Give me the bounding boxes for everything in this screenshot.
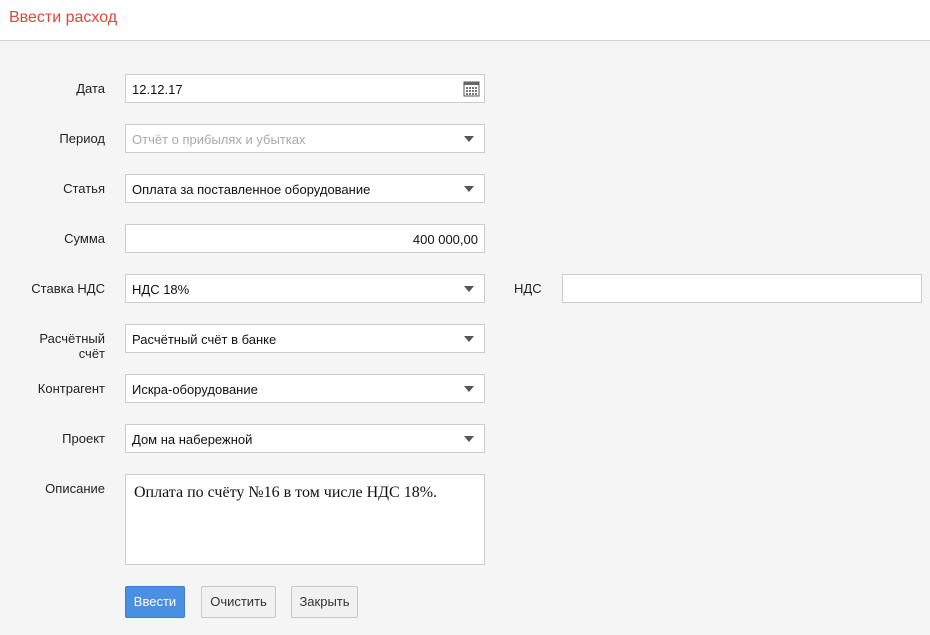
article-select[interactable]: Оплата за поставленное оборудование — [125, 174, 485, 203]
date-field[interactable]: 12.12.17 — [125, 74, 485, 103]
project-value: Дом на набережной — [132, 432, 253, 447]
chevron-down-icon[interactable] — [464, 286, 474, 292]
project-label: Проект — [62, 431, 105, 446]
vat-rate-value: НДС 18% — [132, 282, 190, 297]
account-select[interactable]: Расчётный счёт в банке — [125, 324, 485, 353]
amount-label: Сумма — [64, 231, 105, 246]
account-label: Расчётный счёт — [39, 331, 105, 361]
account-value: Расчётный счёт в банке — [132, 332, 277, 347]
period-label: Период — [59, 131, 105, 146]
description-label: Описание — [45, 481, 105, 496]
clear-button[interactable]: Очистить — [201, 586, 276, 618]
counterparty-select[interactable]: Искра-оборудование — [125, 374, 485, 403]
vat-rate-label: Ставка НДС — [31, 281, 105, 296]
date-label: Дата — [76, 81, 105, 96]
chevron-down-icon[interactable] — [464, 136, 474, 142]
chevron-down-icon[interactable] — [464, 436, 474, 442]
amount-input[interactable]: 400 000,00 — [125, 224, 485, 253]
article-label: Статья — [63, 181, 105, 196]
period-select[interactable]: Отчёт о прибылях и убытках — [125, 124, 485, 153]
counterparty-label: Контрагент — [37, 381, 105, 396]
counterparty-value: Искра-оборудование — [132, 382, 258, 397]
chevron-down-icon[interactable] — [464, 386, 474, 392]
project-select[interactable]: Дом на набережной — [125, 424, 485, 453]
close-button[interactable]: Закрыть — [291, 586, 358, 618]
chevron-down-icon[interactable] — [464, 186, 474, 192]
page-header: Ввести расход — [0, 0, 930, 41]
chevron-down-icon[interactable] — [464, 336, 474, 342]
vat-input[interactable] — [562, 274, 922, 303]
article-value: Оплата за поставленное оборудование — [132, 182, 371, 197]
submit-button[interactable]: Ввести — [125, 586, 185, 618]
date-value: 12.12.17 — [132, 82, 183, 97]
page-title: Ввести расход — [9, 9, 118, 26]
amount-value: 400 000,00 — [412, 232, 478, 247]
calendar-icon[interactable] — [463, 80, 480, 97]
vat-rate-select[interactable]: НДС 18% — [125, 274, 485, 303]
vat-label: НДС — [514, 281, 542, 296]
period-placeholder: Отчёт о прибылях и убытках — [132, 132, 306, 147]
description-value: Оплата по счёту №16 в том числе НДС 18%. — [134, 484, 438, 501]
description-textarea[interactable]: Оплата по счёту №16 в том числе НДС 18%. — [125, 474, 485, 565]
